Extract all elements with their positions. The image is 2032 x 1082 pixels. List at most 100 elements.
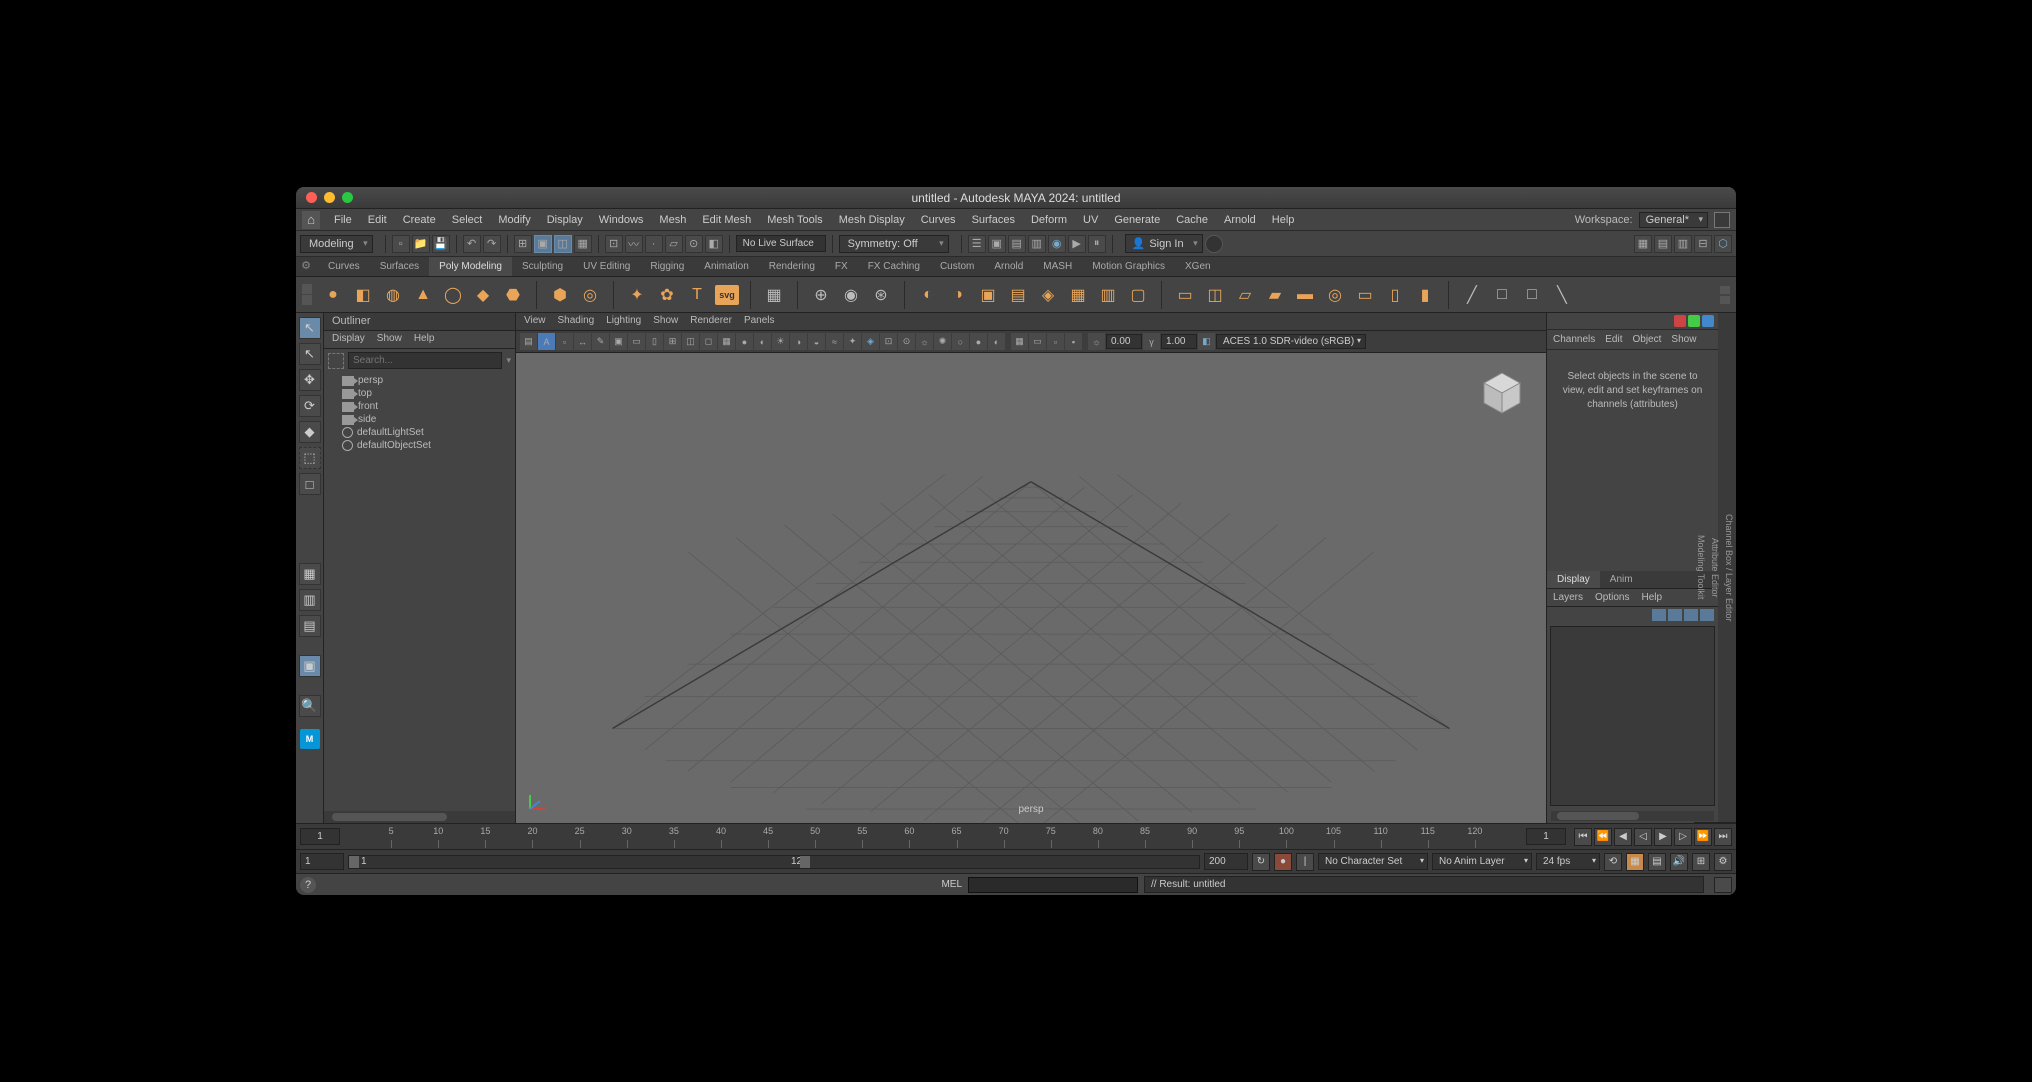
smooth-icon[interactable]: ▥ (1095, 282, 1121, 308)
vp-film-gate-icon[interactable]: ▣ (610, 333, 627, 350)
range-sync-icon[interactable]: ⟲ (1604, 853, 1622, 871)
range-track[interactable]: 1 120 (348, 855, 1200, 869)
menu-display[interactable]: Display (539, 211, 591, 229)
poly-cube-icon[interactable]: ◧ (350, 282, 376, 308)
vp-xray-joints-icon[interactable]: ⊙ (898, 333, 915, 350)
layer-tab-anim[interactable]: Anim (1600, 571, 1643, 588)
menu-curves[interactable]: Curves (913, 211, 964, 229)
vp-res-gate-icon[interactable]: ▭ (628, 333, 645, 350)
vp-select-camera-icon[interactable]: ▤ (520, 333, 537, 350)
separate-icon[interactable]: ◑ (945, 282, 971, 308)
search-tool-icon[interactable]: 🔍 (299, 695, 321, 717)
side-tab-modeling-toolkit[interactable]: Modeling Toolkit (1694, 313, 1708, 823)
shelf-tab-sculpting[interactable]: Sculpting (512, 257, 573, 276)
side-tab-attribute-editor[interactable]: Attribute Editor (1708, 313, 1722, 823)
insert-edge-icon[interactable]: ▭ (1352, 282, 1378, 308)
panel-layout-icon-1[interactable]: ▦ (1634, 235, 1652, 253)
vp-motion-blur-icon[interactable]: ≈ (826, 333, 843, 350)
vp-image-plane-icon[interactable]: ▫ (556, 333, 573, 350)
construction-history-icon[interactable]: ☰ (968, 235, 986, 253)
vp-menu-renderer[interactable]: Renderer (690, 315, 732, 328)
step-fwd-key-icon[interactable]: ⏩ (1694, 828, 1712, 846)
shelf-tab-motion-graphics[interactable]: Motion Graphics (1082, 257, 1175, 276)
outliner-menu-show[interactable]: Show (377, 333, 402, 346)
bool-intersect-icon[interactable]: ◈ (1035, 282, 1061, 308)
shelf-tab-arnold[interactable]: Arnold (984, 257, 1033, 276)
vp-ao-icon[interactable]: ◒ (808, 333, 825, 350)
menu-set-select[interactable]: Modeling (300, 235, 373, 253)
snap-plane-icon[interactable]: ▱ (665, 235, 683, 253)
vp-gamma-field[interactable]: 1.00 (1161, 334, 1197, 349)
workspace-select[interactable]: General* (1639, 212, 1708, 228)
snap-together-icon[interactable]: ◉ (838, 282, 864, 308)
vp-menu-panels[interactable]: Panels (744, 315, 775, 328)
live-surface-field[interactable]: No Live Surface (736, 235, 826, 252)
layer-menu-options[interactable]: Options (1595, 592, 1629, 603)
menu-edit[interactable]: Edit (360, 211, 395, 229)
shelf-scroll-down-icon[interactable] (1720, 296, 1730, 304)
center-pivot-icon[interactable]: ⊕ (808, 282, 834, 308)
poly-disc-icon[interactable]: ⬣ (500, 282, 526, 308)
toggle-toolkit-icon[interactable]: ⬡ (1714, 235, 1732, 253)
range-out-handle[interactable] (800, 856, 810, 868)
vp-two-sided-icon[interactable]: ◐ (988, 333, 1005, 350)
multicut-icon[interactable]: ▬ (1292, 282, 1318, 308)
vp-flat-light-icon[interactable]: ○ (952, 333, 969, 350)
lasso-tool[interactable]: ↖ (299, 343, 321, 365)
sign-in-button[interactable]: 👤 Sign In (1125, 234, 1203, 253)
shelf-tab-custom[interactable]: Custom (930, 257, 984, 276)
pause-icon[interactable]: ⏸ (1088, 235, 1106, 253)
range-prefs-icon-1[interactable]: ▦ (1626, 853, 1644, 871)
target-weld-icon[interactable]: ◎ (1322, 282, 1348, 308)
range-sep-1[interactable]: | (1296, 853, 1314, 871)
menu-edit-mesh[interactable]: Edit Mesh (694, 211, 759, 229)
select-object-icon[interactable]: ▣ (534, 235, 552, 253)
vp-menu-show[interactable]: Show (653, 315, 678, 328)
poly-cylinder-icon[interactable]: ◍ (380, 282, 406, 308)
auto-key-icon[interactable]: ● (1274, 853, 1292, 871)
vp-grease-icon[interactable]: ✎ (592, 333, 609, 350)
make-live-icon[interactable]: ◧ (705, 235, 723, 253)
menu-surfaces[interactable]: Surfaces (964, 211, 1023, 229)
menu-modify[interactable]: Modify (490, 211, 538, 229)
poly-torus-icon[interactable]: ◯ (440, 282, 466, 308)
vp-default-light-icon[interactable]: ☼ (916, 333, 933, 350)
shelf-tab-xgen[interactable]: XGen (1175, 257, 1221, 276)
vp-field-chart-icon[interactable]: ⊞ (664, 333, 681, 350)
poly-gear-icon[interactable]: ✿ (654, 282, 680, 308)
layer-list[interactable] (1550, 626, 1715, 806)
step-fwd-icon[interactable]: ▷ (1674, 828, 1692, 846)
maya-badge-icon[interactable]: M (300, 729, 320, 749)
shelf-tab-curves[interactable]: Curves (318, 257, 370, 276)
four-pane-icon[interactable]: ▥ (299, 589, 321, 611)
rotate-tool[interactable]: ⟳ (299, 395, 321, 417)
vp-exposure-field[interactable]: 0.00 (1106, 334, 1142, 349)
vp-lights-icon[interactable]: ☀ (772, 333, 789, 350)
vp-color-mgmt-icon[interactable]: ◧ (1198, 333, 1215, 350)
outliner-node-objectset[interactable]: defaultObjectSet (328, 439, 511, 452)
character-set-select[interactable]: No Character Set (1318, 853, 1428, 870)
undo-icon[interactable]: ↶ (463, 235, 481, 253)
outliner-node-persp[interactable]: persp (328, 374, 511, 387)
retopo-icon[interactable]: ▢ (1125, 282, 1151, 308)
workspace-panel-icon[interactable] (1714, 212, 1730, 228)
shelf-editor-icon[interactable] (302, 284, 312, 294)
vp-poly-count-icon[interactable]: ▪ (1065, 333, 1082, 350)
vp-menu-shading[interactable]: Shading (558, 315, 595, 328)
new-scene-icon[interactable]: ▫ (392, 235, 410, 253)
vp-isolate-icon[interactable]: ◈ (862, 333, 879, 350)
script-editor-icon[interactable] (1714, 877, 1732, 893)
shelf-tab-poly-modeling[interactable]: Poly Modeling (429, 257, 512, 276)
vp-shaded-icon[interactable]: ● (736, 333, 753, 350)
outliner-scrollbar[interactable] (324, 811, 515, 823)
panel-layout-icon-4[interactable]: ⊟ (1694, 235, 1712, 253)
search-dropdown-icon[interactable]: ▾ (506, 355, 511, 366)
home-icon[interactable]: ⌂ (302, 211, 320, 229)
vp-wireframe-icon[interactable]: ▦ (718, 333, 735, 350)
vp-xray-icon[interactable]: ⊡ (880, 333, 897, 350)
menu-select[interactable]: Select (444, 211, 491, 229)
vp-no-light-icon[interactable]: ● (970, 333, 987, 350)
last-tool[interactable]: □ (299, 473, 321, 495)
poly-svg-icon[interactable]: svg (714, 282, 740, 308)
snap-point-icon[interactable]: · (645, 235, 663, 253)
